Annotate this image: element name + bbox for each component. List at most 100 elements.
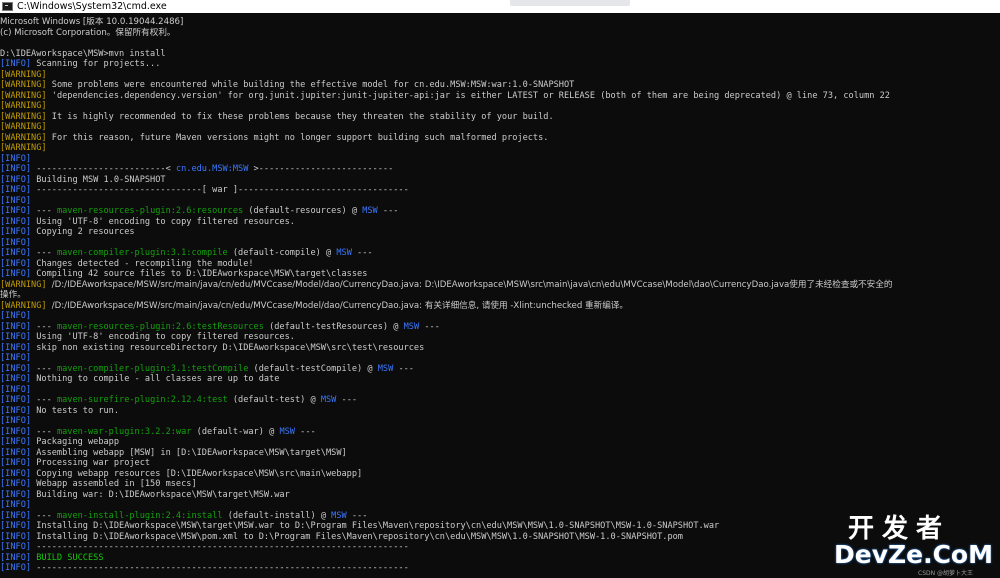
log-tag-info: [INFO]	[0, 437, 32, 447]
log-message: ---	[36, 248, 57, 258]
log-message: Some problems were encountered while bui…	[51, 80, 575, 90]
log-message: --------------------------------[ war ]-…	[36, 185, 409, 195]
console-line: [INFO] Installing D:\IDEAworkspace\MSW\t…	[0, 521, 719, 532]
log-tag-info: [INFO]	[0, 321, 32, 332]
log-tag-info: [INFO]	[0, 216, 32, 227]
log-message-suffix: (default-war) @	[191, 426, 280, 437]
log-message: Processing war project	[36, 458, 151, 468]
log-tag-info: [INFO]	[0, 258, 32, 269]
log-tag-info: [INFO]	[0, 153, 32, 164]
log-message: Scanning for projects...	[36, 59, 161, 69]
log-message: Compiling 42 source files to D:\IDEAwork…	[36, 269, 368, 279]
log-message: Changes detected - recompiling the modul…	[36, 258, 254, 269]
log-tag-info: [INFO]	[0, 552, 32, 563]
log-tag-info: [INFO]	[0, 374, 32, 384]
log-message: Using 'UTF-8' encoding to copy filtered …	[36, 332, 295, 342]
log-tag-info: [INFO]	[0, 59, 32, 69]
log-tag-warning: [WARNING]	[0, 300, 47, 311]
console-line: [INFO]	[0, 311, 31, 322]
log-message: 操作。	[0, 290, 26, 300]
log-tag-warning: [WARNING]	[0, 279, 47, 290]
log-message: ----------------------------------------…	[36, 542, 409, 552]
log-tag-info: [INFO]	[0, 416, 32, 426]
console-line: [WARNING] /D:/IDEAworkspace/MSW/src/main…	[0, 280, 892, 291]
log-message: ----------------------------------------…	[36, 563, 409, 573]
log-message-tail: ---	[294, 426, 316, 437]
console-line: [INFO] Compiling 42 source files to D:\I…	[0, 269, 367, 280]
log-tag-info: [INFO]	[0, 468, 32, 479]
log-tag-info: [INFO]	[0, 195, 32, 206]
console-line: [INFO] skip non existing resourceDirecto…	[0, 343, 424, 354]
console-line: [INFO]	[0, 154, 31, 165]
log-tag-info: [INFO]	[0, 458, 32, 468]
log-message: ---	[36, 426, 57, 437]
project-name: cn.edu.MSW:MSW	[175, 164, 249, 174]
log-message: For this reason, future Maven versions m…	[51, 132, 549, 143]
watermark-caption: CSDN @胡萝卜大王	[918, 570, 974, 577]
console-line: [INFO] Using 'UTF-8' encoding to copy fi…	[0, 332, 295, 343]
project-name: MSW	[362, 206, 378, 216]
log-message-tail: ---	[351, 248, 373, 258]
console-line: [WARNING] It is highly recommended to fi…	[0, 112, 554, 123]
log-message-suffix: (default-install) @	[222, 510, 332, 521]
console-output[interactable]: Microsoft Windows [版本 10.0.19044.2486] (c…	[0, 17, 1000, 578]
console-line: [INFO]	[0, 196, 31, 207]
log-message: /D:/IDEAworkspace/MSW/src/main/java/cn/e…	[51, 300, 628, 311]
log-tag-info: [INFO]	[0, 426, 32, 437]
log-message-suffix: (default-compile) @	[227, 248, 337, 258]
console-line: [WARNING]	[0, 143, 47, 154]
log-message: D:\IDEAworkspace\MSW>mvn install	[0, 48, 166, 59]
project-name: MSW	[279, 426, 295, 437]
console-line: [INFO] Packaging webapp	[0, 437, 119, 448]
log-tag-info: [INFO]	[0, 311, 32, 321]
log-tag-info: [INFO]	[0, 363, 32, 374]
watermark-brand-en: DevZe.CoM	[834, 540, 993, 569]
console-line: [INFO] Building war: D:\IDEAworkspace\MS…	[0, 490, 290, 501]
plugin-goal: maven-resources-plugin:2.6:resources	[56, 206, 244, 216]
console-line: [INFO] -------------------------< cn.edu…	[0, 164, 393, 175]
console-line: [INFO] --- maven-surefire-plugin:2.12.4:…	[0, 395, 357, 406]
console-line: [INFO] No tests to run.	[0, 406, 119, 417]
log-message-suffix: (default-resources) @	[243, 206, 363, 216]
log-tag-info: [INFO]	[0, 164, 32, 174]
console-line: [INFO] --- maven-compiler-plugin:3.1:com…	[0, 248, 373, 259]
console-line: Microsoft Windows [版本 10.0.19044.2486]	[0, 17, 183, 28]
console-line: [WARNING] Some problems were encountered…	[0, 80, 574, 91]
project-name: MSW	[320, 395, 337, 405]
console-line: [INFO] Nothing to compile - all classes …	[0, 374, 279, 385]
log-tag-info: [INFO]	[0, 563, 32, 573]
build-status: BUILD SUCCESS	[36, 552, 104, 563]
plugin-goal: maven-compiler-plugin:3.1:testCompile	[56, 363, 249, 374]
log-tag-info: [INFO]	[0, 353, 32, 363]
log-tag-info: [INFO]	[0, 542, 32, 552]
log-message: ---	[36, 510, 57, 521]
console-line: [INFO] Copying webapp resources [D:\IDEA…	[0, 469, 362, 480]
log-message-suffix: (default-testCompile) @	[248, 363, 378, 374]
console-line: [INFO] Using 'UTF-8' encoding to copy fi…	[0, 217, 295, 228]
project-name: MSW	[336, 248, 352, 258]
log-tag-info: [INFO]	[0, 185, 32, 195]
log-tag-warning: [WARNING]	[0, 122, 47, 132]
window-titlebar[interactable]: C:\Windows\System32\cmd.exe	[0, 0, 1000, 13]
console-line: [INFO] ---------------------------------…	[0, 542, 409, 553]
console-line: D:\IDEAworkspace\MSW>mvn install	[0, 49, 166, 60]
log-tag-warning: [WARNING]	[0, 69, 47, 80]
log-tag-info: [INFO]	[0, 521, 32, 531]
plugin-goal: maven-war-plugin:3.2.2:war	[56, 426, 192, 437]
log-tag-info: [INFO]	[0, 489, 32, 500]
console-line: [WARNING] /D:/IDEAworkspace/MSW/src/main…	[0, 301, 628, 312]
log-tag-info: [INFO]	[0, 447, 32, 458]
log-message: Webapp assembled in [150 msecs]	[36, 479, 197, 489]
console-line: [INFO] --- maven-compiler-plugin:3.1:tes…	[0, 364, 414, 375]
log-message: It is highly recommended to fix these pr…	[51, 111, 554, 122]
log-message: Installing D:\IDEAworkspace\MSW\pom.xml …	[36, 531, 683, 542]
log-message: Using 'UTF-8' encoding to copy filtered …	[36, 216, 295, 227]
log-message: 'dependencies.dependency.version' for or…	[51, 90, 890, 101]
project-name: MSW	[403, 321, 420, 332]
log-message: -------------------------<	[36, 164, 176, 174]
console-line: [INFO] Building MSW 1.0-SNAPSHOT	[0, 175, 166, 186]
console-line: [INFO] --- maven-install-plugin:2.4:inst…	[0, 511, 367, 522]
log-message-suffix: >--------------------------	[248, 164, 394, 174]
site-watermark: 开发者 DevZe.CoM CSDN @胡萝卜大王	[830, 508, 1000, 578]
log-tag-info: [INFO]	[0, 269, 32, 279]
